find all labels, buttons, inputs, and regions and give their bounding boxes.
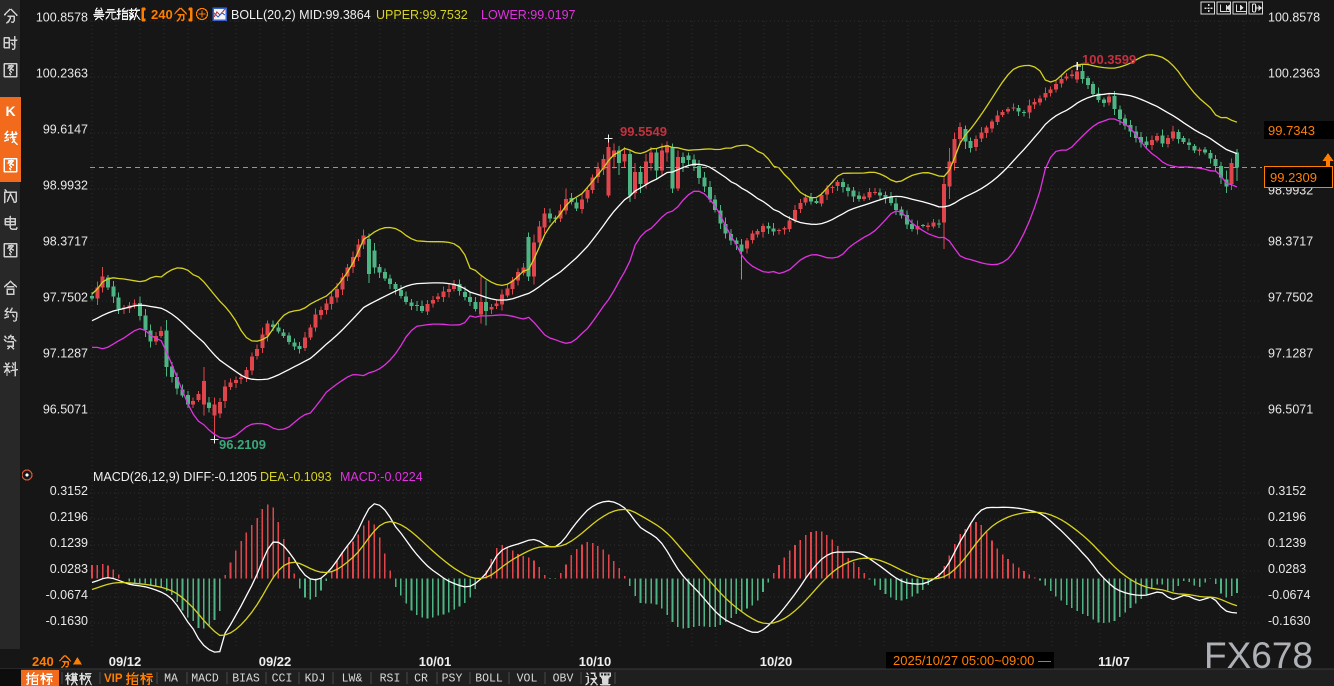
svg-text:99.6147: 99.6147 [43, 122, 88, 136]
svg-text:100.2363: 100.2363 [36, 66, 88, 80]
svg-text:100.3599: 100.3599 [1082, 52, 1136, 67]
svg-text:0.3152: 0.3152 [1268, 484, 1306, 498]
svg-text:09/12: 09/12 [109, 654, 142, 669]
svg-text:PSY: PSY [442, 673, 463, 686]
svg-text:97.7502: 97.7502 [43, 290, 88, 304]
svg-text:98.3717: 98.3717 [1268, 234, 1313, 248]
svg-text:100.8578: 100.8578 [1268, 10, 1320, 24]
svg-text:BIAS: BIAS [232, 673, 260, 686]
svg-text:0.0283: 0.0283 [50, 562, 88, 576]
svg-text:0.1239: 0.1239 [50, 536, 88, 550]
svg-text:96.5071: 96.5071 [1268, 402, 1313, 416]
svg-text:10/20: 10/20 [760, 654, 793, 669]
svg-text:98.9932: 98.9932 [43, 178, 88, 192]
svg-text:96.2109: 96.2109 [219, 437, 266, 452]
svg-text:BOLL(20,2) MID:99.3864: BOLL(20,2) MID:99.3864 [231, 8, 371, 22]
svg-text:K: K [5, 103, 15, 119]
svg-text:2025/10/27 05:00~09:00 —: 2025/10/27 05:00~09:00 — [893, 653, 1051, 668]
svg-text:OBV: OBV [553, 673, 574, 686]
svg-text:97.1287: 97.1287 [43, 346, 88, 360]
svg-text:10/10: 10/10 [579, 654, 612, 669]
svg-text:LOWER:99.0197: LOWER:99.0197 [481, 8, 576, 22]
svg-text:RSI: RSI [380, 673, 401, 686]
svg-text:0.1239: 0.1239 [1268, 536, 1306, 550]
svg-text:99.2309: 99.2309 [1270, 170, 1317, 185]
svg-text:-0.1630: -0.1630 [46, 614, 88, 628]
svg-text:KDJ: KDJ [305, 673, 326, 686]
svg-text:98.3717: 98.3717 [43, 234, 88, 248]
svg-text:DEA:-0.1093: DEA:-0.1093 [260, 470, 332, 484]
svg-text:CR: CR [414, 673, 428, 686]
svg-text:UPPER:99.7532: UPPER:99.7532 [376, 8, 468, 22]
svg-text:-0.1630: -0.1630 [1268, 614, 1310, 628]
svg-text:0.3152: 0.3152 [50, 484, 88, 498]
svg-text:99.5549: 99.5549 [620, 124, 667, 139]
svg-text:09/22: 09/22 [259, 654, 292, 669]
svg-text:0.2196: 0.2196 [50, 510, 88, 524]
svg-text:99.7343: 99.7343 [1268, 123, 1315, 138]
svg-text:100.8578: 100.8578 [36, 10, 88, 24]
svg-text:0.0283: 0.0283 [1268, 562, 1306, 576]
svg-text:240: 240 [32, 654, 54, 669]
svg-text:97.7502: 97.7502 [1268, 290, 1313, 304]
svg-text:BOLL: BOLL [475, 673, 503, 686]
svg-text:10/01: 10/01 [419, 654, 452, 669]
svg-text:-0.0674: -0.0674 [1268, 588, 1310, 602]
svg-text:240: 240 [151, 7, 173, 22]
svg-text:-0.0674: -0.0674 [46, 588, 88, 602]
svg-text:MACD:-0.0224: MACD:-0.0224 [340, 470, 423, 484]
svg-text:96.5071: 96.5071 [43, 402, 88, 416]
svg-text:0.2196: 0.2196 [1268, 510, 1306, 524]
svg-text:VOL: VOL [517, 673, 538, 686]
svg-text:11/07: 11/07 [1098, 654, 1130, 669]
svg-text:100.2363: 100.2363 [1268, 66, 1320, 80]
svg-text:LW&: LW& [342, 673, 363, 686]
svg-text:MACD(26,12,9) DIFF:-0.1205: MACD(26,12,9) DIFF:-0.1205 [93, 470, 257, 484]
svg-text:CCI: CCI [272, 673, 293, 686]
svg-text:MACD: MACD [191, 673, 219, 686]
svg-text:VIP: VIP [104, 673, 123, 685]
svg-text:97.1287: 97.1287 [1268, 346, 1313, 360]
svg-text:MA: MA [164, 673, 178, 686]
